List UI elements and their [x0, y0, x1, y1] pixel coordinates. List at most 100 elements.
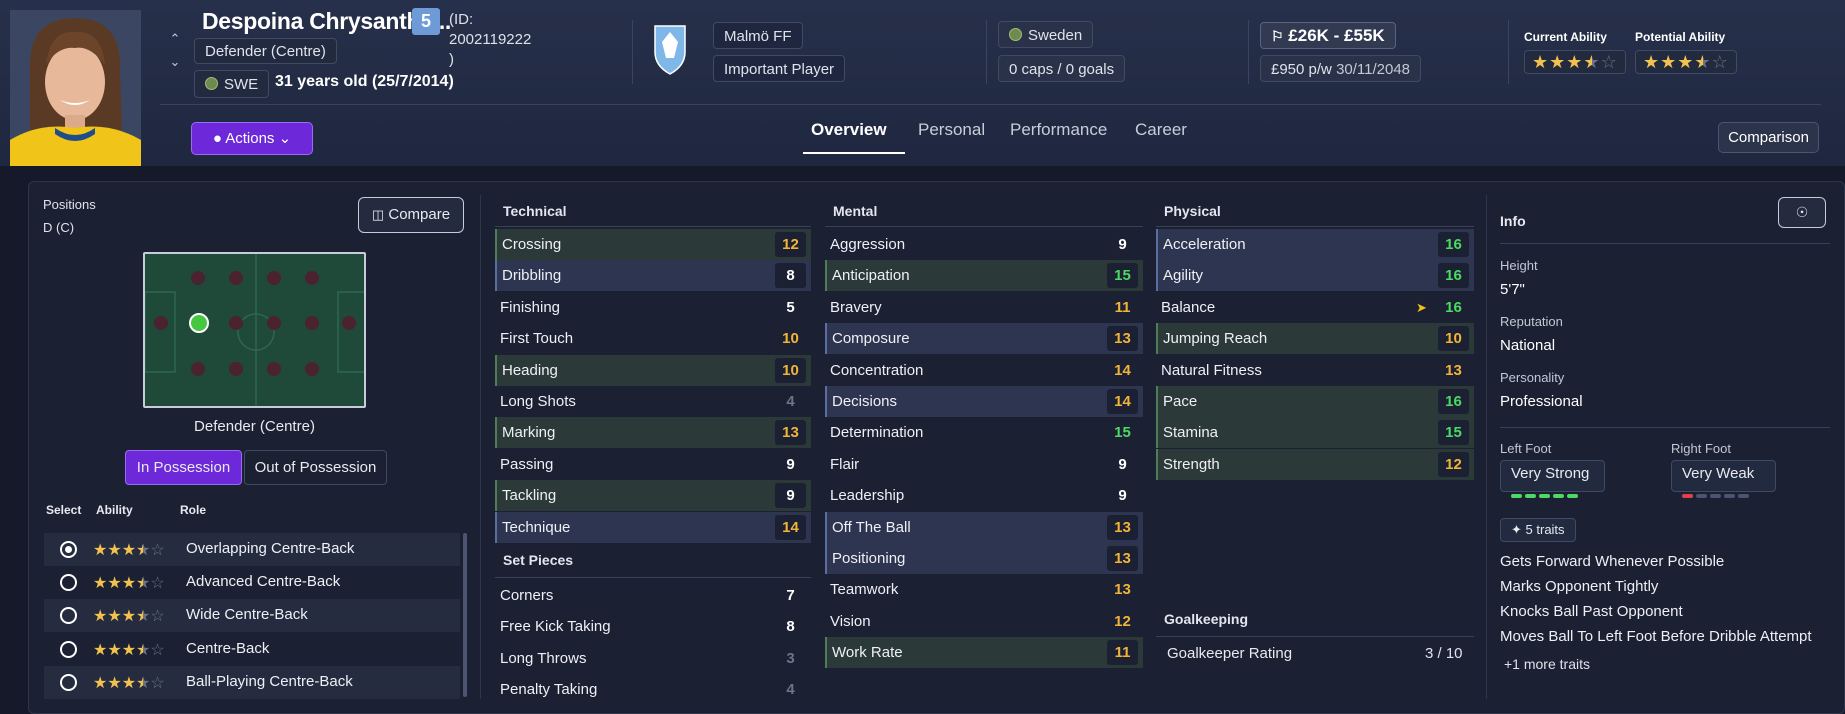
attribute-row[interactable]: Free Kick Taking 8 — [495, 611, 811, 642]
in-possession-toggle[interactable]: In Possession — [125, 450, 242, 485]
attribute-value: 10 — [775, 326, 806, 352]
out-of-possession-toggle[interactable]: Out of Possession — [244, 450, 387, 485]
role-radio[interactable] — [60, 607, 77, 624]
position-dot[interactable] — [229, 316, 243, 330]
attribute-row[interactable]: Corners 7 — [495, 580, 811, 611]
nation-name-chip[interactable]: Sweden — [998, 21, 1094, 48]
attribute-name: Crossing — [502, 236, 562, 253]
attribute-row[interactable]: Stamina 15 — [1156, 417, 1474, 449]
role-row[interactable]: ★★★★☆ Ball-Playing Centre-Back — [44, 666, 460, 699]
attribute-row[interactable]: Pace 16 — [1156, 386, 1474, 417]
attribute-row[interactable]: Long Throws 3 — [495, 643, 811, 674]
attribute-row[interactable]: Finishing 5 — [495, 292, 811, 323]
attribute-name: Free Kick Taking — [500, 618, 611, 636]
attribute-row[interactable]: Tackling 9 — [495, 480, 811, 512]
attribute-row[interactable]: Determination 15 — [825, 417, 1143, 448]
info-settings-button[interactable]: ☉ — [1778, 197, 1826, 228]
attribute-row[interactable]: Vision 12 — [825, 606, 1143, 637]
pitch-markings — [145, 254, 364, 406]
role-list-scrollbar[interactable] — [463, 533, 467, 697]
position-dot[interactable] — [191, 271, 205, 285]
actions-button[interactable]: ● Actions ⌄ — [191, 122, 313, 155]
tab-overview[interactable]: Overview — [811, 120, 887, 140]
previous-player-icon[interactable]: ⌃ — [168, 32, 182, 46]
attribute-row[interactable]: Flair 9 — [825, 449, 1143, 480]
star-full-icon: ★ — [107, 542, 122, 559]
position-dot[interactable] — [229, 271, 243, 285]
position-dot[interactable] — [267, 271, 281, 285]
role-radio[interactable] — [60, 541, 77, 558]
attribute-row[interactable]: Long Shots 4 — [495, 386, 811, 417]
foot-strength-segment — [1682, 494, 1693, 498]
right-foot-label: Right Foot — [1671, 441, 1731, 456]
attribute-value: 13 — [1107, 577, 1138, 603]
attribute-row[interactable]: Positioning 13 — [825, 543, 1143, 574]
position-dot[interactable] — [305, 271, 319, 285]
club-name-chip[interactable]: Malmö FF — [713, 22, 803, 49]
right-foot-chip: Very Weak — [1671, 460, 1776, 498]
attribute-row[interactable]: Leadership 9 — [825, 480, 1143, 511]
attribute-row[interactable]: Off The Ball 13 — [825, 511, 1143, 543]
position-dot[interactable] — [305, 316, 319, 330]
tab-performance[interactable]: Performance — [1010, 120, 1107, 140]
comparison-button[interactable]: Comparison — [1718, 122, 1819, 153]
attribute-row[interactable]: Decisions 14 — [825, 386, 1143, 417]
more-traits-link[interactable]: +1 more traits — [1504, 656, 1590, 672]
attribute-row[interactable]: Agility 16 — [1156, 260, 1474, 292]
attribute-name: Decisions — [832, 393, 898, 410]
role-row[interactable]: ★★★★☆ Wide Centre-Back — [44, 599, 460, 632]
tab-personal[interactable]: Personal — [918, 120, 985, 140]
attribute-row[interactable]: Heading 10 — [495, 354, 811, 386]
attribute-row[interactable]: Dribbling 8 — [495, 260, 811, 292]
attribute-row[interactable]: Strength 12 — [1156, 448, 1474, 480]
attribute-row[interactable]: Technique 14 — [495, 511, 811, 543]
star-full-icon: ★ — [1677, 52, 1695, 72]
goalkeeper-rating-label: Goalkeeper Rating — [1167, 645, 1293, 662]
compare-button[interactable]: ◫ Compare — [358, 197, 464, 233]
attribute-value: 16 — [1438, 263, 1469, 289]
attribute-row[interactable]: Work Rate 11 — [825, 637, 1143, 669]
traits-count-chip[interactable]: ✦ 5 traits — [1500, 518, 1576, 542]
attribute-row[interactable]: Natural Fitness 13 — [1156, 355, 1474, 386]
position-dot[interactable] — [267, 362, 281, 376]
position-dot[interactable] — [154, 316, 168, 330]
attribute-value: 15 — [1107, 263, 1138, 289]
star-half-icon: ★ — [136, 675, 151, 692]
role-radio[interactable] — [60, 574, 77, 591]
attribute-name: Marking — [502, 424, 556, 442]
next-player-icon[interactable]: ⌄ — [168, 55, 182, 69]
position-dot[interactable] — [191, 362, 205, 376]
attribute-row[interactable]: Jumping Reach 10 — [1156, 323, 1474, 355]
attribute-row[interactable]: Composure 13 — [825, 323, 1143, 355]
role-row[interactable]: ★★★★☆ Overlapping Centre-Back — [44, 533, 460, 566]
attribute-row[interactable]: Marking 13 — [495, 417, 811, 449]
attribute-row[interactable]: First Touch 10 — [495, 323, 811, 354]
selected-position-dot[interactable] — [189, 313, 209, 333]
attribute-row[interactable]: Crossing 12 — [495, 229, 811, 260]
tab-career[interactable]: Career — [1135, 120, 1187, 140]
position-dot[interactable] — [267, 316, 281, 330]
attribute-row[interactable]: Aggression 9 — [825, 229, 1143, 260]
attribute-row[interactable]: Bravery 11 — [825, 292, 1143, 323]
attribute-row[interactable]: Acceleration 16 — [1156, 229, 1474, 260]
attribute-value: 14 — [1107, 357, 1138, 383]
attribute-row[interactable]: Teamwork 13 — [825, 574, 1143, 605]
attribute-row[interactable]: Penalty Taking 4 — [495, 674, 811, 705]
attribute-name: Jumping Reach — [1163, 330, 1268, 348]
star-full-icon: ★ — [1532, 52, 1550, 72]
position-dot[interactable] — [305, 362, 319, 376]
goalkeeper-rating-value: 3 / 10 — [1425, 645, 1463, 662]
info-title: Info — [1500, 213, 1526, 229]
attribute-row[interactable]: Passing 9 — [495, 449, 811, 480]
attribute-name: Heading — [502, 361, 558, 379]
role-row[interactable]: ★★★★☆ Centre-Back — [44, 633, 460, 666]
nation-chip[interactable]: SWE — [194, 70, 270, 98]
position-dot[interactable] — [342, 316, 356, 330]
role-ability-stars: ★★★★☆ — [93, 673, 165, 693]
role-radio[interactable] — [60, 674, 77, 691]
role-row[interactable]: ★★★★☆ Advanced Centre-Back — [44, 566, 460, 599]
position-dot[interactable] — [229, 362, 243, 376]
attribute-row[interactable]: Concentration 14 — [825, 355, 1143, 386]
attribute-row[interactable]: Anticipation 15 — [825, 260, 1143, 292]
role-radio[interactable] — [60, 641, 77, 658]
